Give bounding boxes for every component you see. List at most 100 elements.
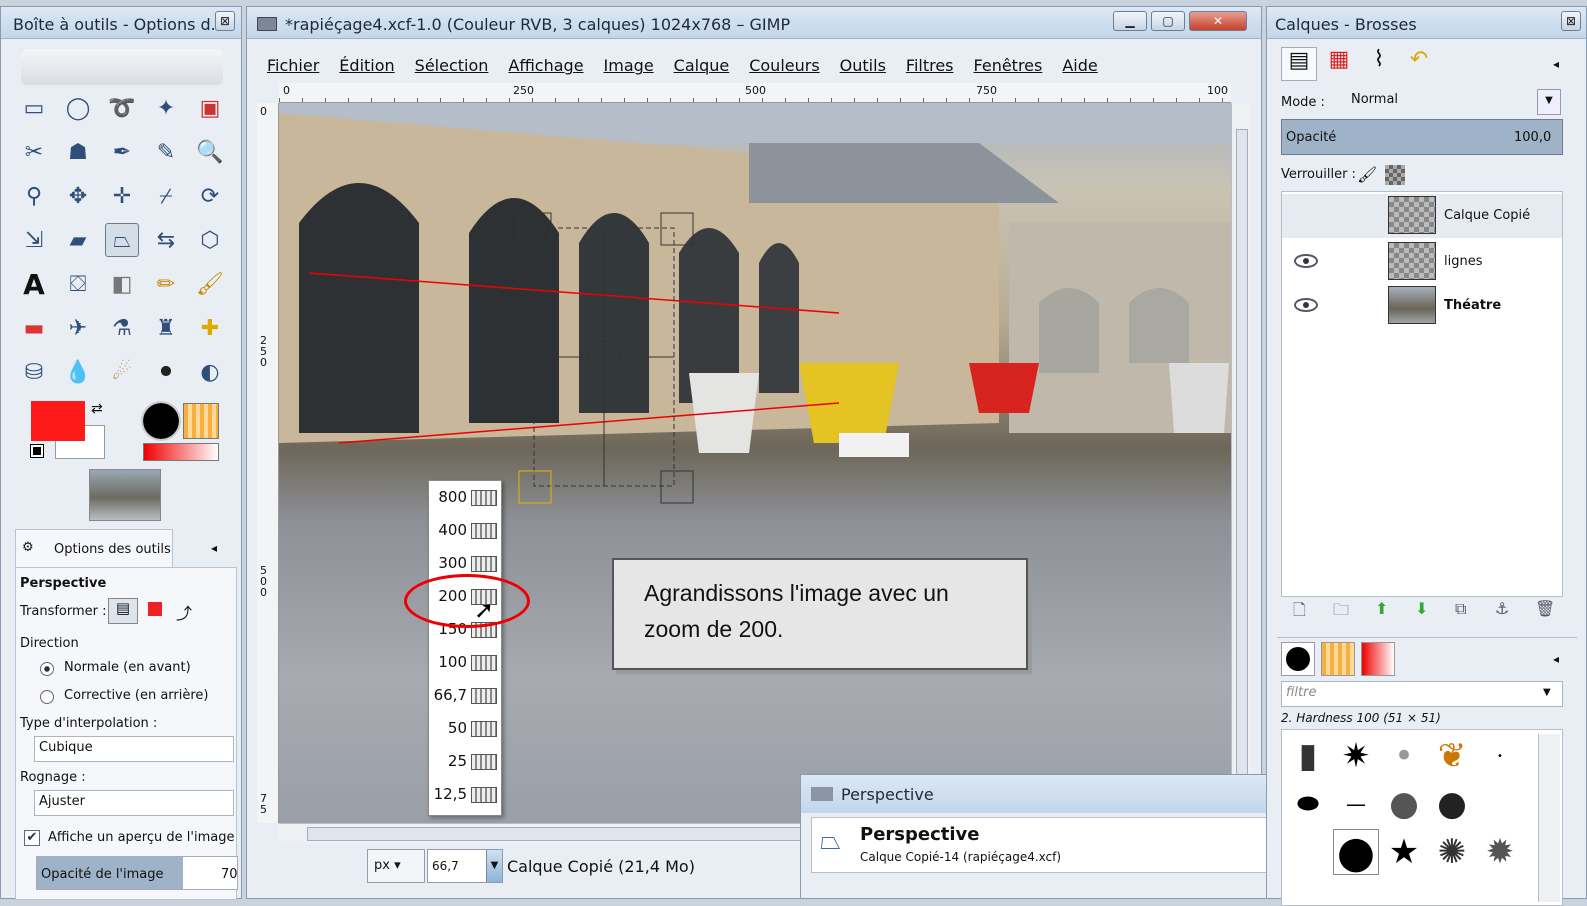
heal-icon[interactable]: ✚: [193, 311, 227, 345]
menu-outils[interactable]: Outils: [840, 56, 886, 75]
brush-preview[interactable]: [141, 401, 181, 441]
zoom-item-66-7[interactable]: 66,7: [429, 679, 503, 712]
tab-layers-icon[interactable]: ▤: [1281, 47, 1317, 81]
bucket-fill-icon[interactable]: ⛋: [61, 267, 95, 301]
rotate-icon[interactable]: ⟳: [193, 179, 227, 213]
preview-checkbox[interactable]: ✔: [24, 830, 40, 846]
select-by-color-icon[interactable]: ▣: [193, 91, 227, 125]
brush-filter-dropdown-icon[interactable]: ▼: [1543, 687, 1551, 698]
zoom-dropdown-arrow[interactable]: ▼: [486, 850, 502, 882]
perspective-icon[interactable]: ⏢: [105, 223, 139, 257]
dock-menu-icon[interactable]: ◂: [1553, 57, 1559, 71]
pattern-preview[interactable]: [183, 403, 219, 439]
move-icon[interactable]: ✥: [61, 179, 95, 213]
tab-brushes-icon[interactable]: [1281, 642, 1315, 676]
zoom-combo[interactable]: 66,7 ▼: [427, 849, 503, 883]
text-icon[interactable]: A: [17, 267, 51, 301]
minimize-button[interactable]: ▁: [1113, 11, 1147, 31]
blur-icon[interactable]: 💧: [61, 355, 95, 389]
image-opacity-slider[interactable]: Opacité de l'image 70: [36, 856, 238, 890]
direction-forward-radio[interactable]: [40, 662, 54, 676]
unit-select[interactable]: px ▾: [367, 849, 425, 883]
zoom-item-100[interactable]: 100: [429, 646, 503, 679]
brush-item-fuzzy-icon[interactable]: •: [1382, 734, 1426, 778]
rect-select-icon[interactable]: ▭: [17, 91, 51, 125]
zoom-item-12-5[interactable]: 12,5: [429, 778, 503, 811]
menu-couleurs[interactable]: Couleurs: [749, 56, 819, 75]
scale-icon[interactable]: ⇲: [17, 223, 51, 257]
brush-item-bark-icon[interactable]: ▮: [1286, 734, 1330, 778]
clipping-select[interactable]: Ajuster: [34, 790, 234, 816]
shear-icon[interactable]: ▰: [61, 223, 95, 257]
layer-row[interactable]: lignes: [1282, 240, 1562, 284]
transform-layer-button[interactable]: ▤: [108, 598, 138, 624]
lock-alpha-icon[interactable]: [1385, 165, 1405, 185]
image-titlebar[interactable]: *rapiéçage4.xcf-1.0 (Couleur RVB, 3 calq…: [247, 7, 1261, 39]
brushes-dock-menu-icon[interactable]: ◂: [1553, 652, 1559, 666]
vertical-ruler[interactable]: 0 250 500 75: [257, 103, 279, 823]
horizontal-ruler[interactable]: 0 250 500 750 100: [279, 83, 1231, 103]
brush-item-line-icon[interactable]: —: [1334, 782, 1378, 826]
vertical-scrollbar[interactable]: [1231, 103, 1251, 823]
gradient-preview[interactable]: [143, 443, 219, 461]
zoom-item-800[interactable]: 800: [429, 481, 503, 514]
color-picker-icon[interactable]: ✎: [149, 135, 183, 169]
transform-path-button[interactable]: ⤴: [176, 600, 192, 624]
zoom-item-50[interactable]: 50: [429, 712, 503, 745]
foreground-select-icon[interactable]: ☗: [61, 135, 95, 169]
perspective-dialog-titlebar[interactable]: Perspective ✕: [801, 775, 1333, 813]
contrast-icon[interactable]: ◐: [193, 355, 227, 389]
brush-item-pepper-icon[interactable]: ❦: [1430, 734, 1474, 778]
fuzzy-select-icon[interactable]: ✦: [149, 91, 183, 125]
layer-opacity-slider[interactable]: Opacité 100,0: [1281, 119, 1563, 155]
brush-item-hardness-100-icon[interactable]: ●: [1333, 827, 1379, 878]
visibility-eye-icon[interactable]: [1294, 298, 1318, 312]
anchor-layer-icon[interactable]: ⚓: [1495, 599, 1509, 618]
clone-icon[interactable]: ♜: [149, 311, 183, 345]
brush-item-ellipse-icon[interactable]: ⬬: [1286, 782, 1330, 826]
tool-options-menu-icon[interactable]: ◂: [211, 541, 217, 555]
paths-icon[interactable]: ✒: [105, 135, 139, 169]
new-layer-icon[interactable]: 🗋: [1293, 599, 1306, 626]
layers-close-button[interactable]: ⊠: [1561, 11, 1581, 31]
brush-item-soft-dark-icon[interactable]: ●: [1430, 782, 1474, 826]
pencil-icon[interactable]: ✏: [149, 267, 183, 301]
direction-backward-radio[interactable]: [40, 690, 54, 704]
gradient-icon[interactable]: ◧: [105, 267, 139, 301]
menu-calque[interactable]: Calque: [674, 56, 730, 75]
interpolation-select[interactable]: Cubique: [34, 736, 234, 762]
ellipse-select-icon[interactable]: ◯: [61, 91, 95, 125]
brush-item-sponge-icon[interactable]: ✹: [1478, 830, 1522, 874]
tool-options-tab[interactable]: ⚙ Options des outils: [15, 529, 173, 567]
tab-gradients-icon[interactable]: [1361, 642, 1395, 676]
new-group-icon[interactable]: 🗀: [1333, 599, 1349, 626]
delete-layer-icon[interactable]: 🗑: [1535, 599, 1555, 618]
toolbox-close-button[interactable]: ⊠: [215, 11, 235, 31]
default-colors-icon[interactable]: [30, 444, 44, 458]
menu-selection[interactable]: Sélection: [415, 56, 489, 75]
menu-fenetres[interactable]: Fenêtres: [974, 56, 1043, 75]
lock-pixels-icon[interactable]: 🖌: [1357, 165, 1377, 184]
zoom-item-25[interactable]: 25: [429, 745, 503, 778]
zoom-icon[interactable]: 🔍: [193, 135, 227, 169]
raise-layer-icon[interactable]: ⬆: [1375, 599, 1388, 618]
image-canvas[interactable]: [279, 103, 1231, 823]
brush-item-star-burst-icon[interactable]: ✷: [1334, 734, 1378, 778]
visibility-eye-icon[interactable]: [1294, 254, 1318, 268]
lasso-icon[interactable]: ➰: [105, 91, 139, 125]
measure-icon[interactable]: ⚲: [17, 179, 51, 213]
layer-row[interactable]: Calque Copié: [1282, 194, 1562, 238]
perspective-clone-icon[interactable]: ⛁: [17, 355, 51, 389]
mode-dropdown-arrow[interactable]: ▼: [1537, 89, 1561, 115]
brush-item-dot-icon[interactable]: •: [1478, 734, 1522, 778]
tab-undo-icon[interactable]: ↶: [1401, 47, 1437, 81]
mode-select[interactable]: Normal: [1347, 89, 1561, 115]
layer-row[interactable]: Théatre: [1282, 284, 1562, 328]
eraser-icon[interactable]: ▬: [17, 311, 51, 345]
layers-titlebar[interactable]: Calques - Brosses ⊠: [1267, 7, 1586, 39]
tab-channels-icon[interactable]: ▦: [1321, 47, 1357, 81]
crop-icon[interactable]: ⌿: [149, 179, 183, 213]
menu-aide[interactable]: Aide: [1062, 56, 1097, 75]
brush-filter-input[interactable]: filtre: [1281, 681, 1563, 707]
smudge-icon[interactable]: ☄: [105, 355, 139, 389]
